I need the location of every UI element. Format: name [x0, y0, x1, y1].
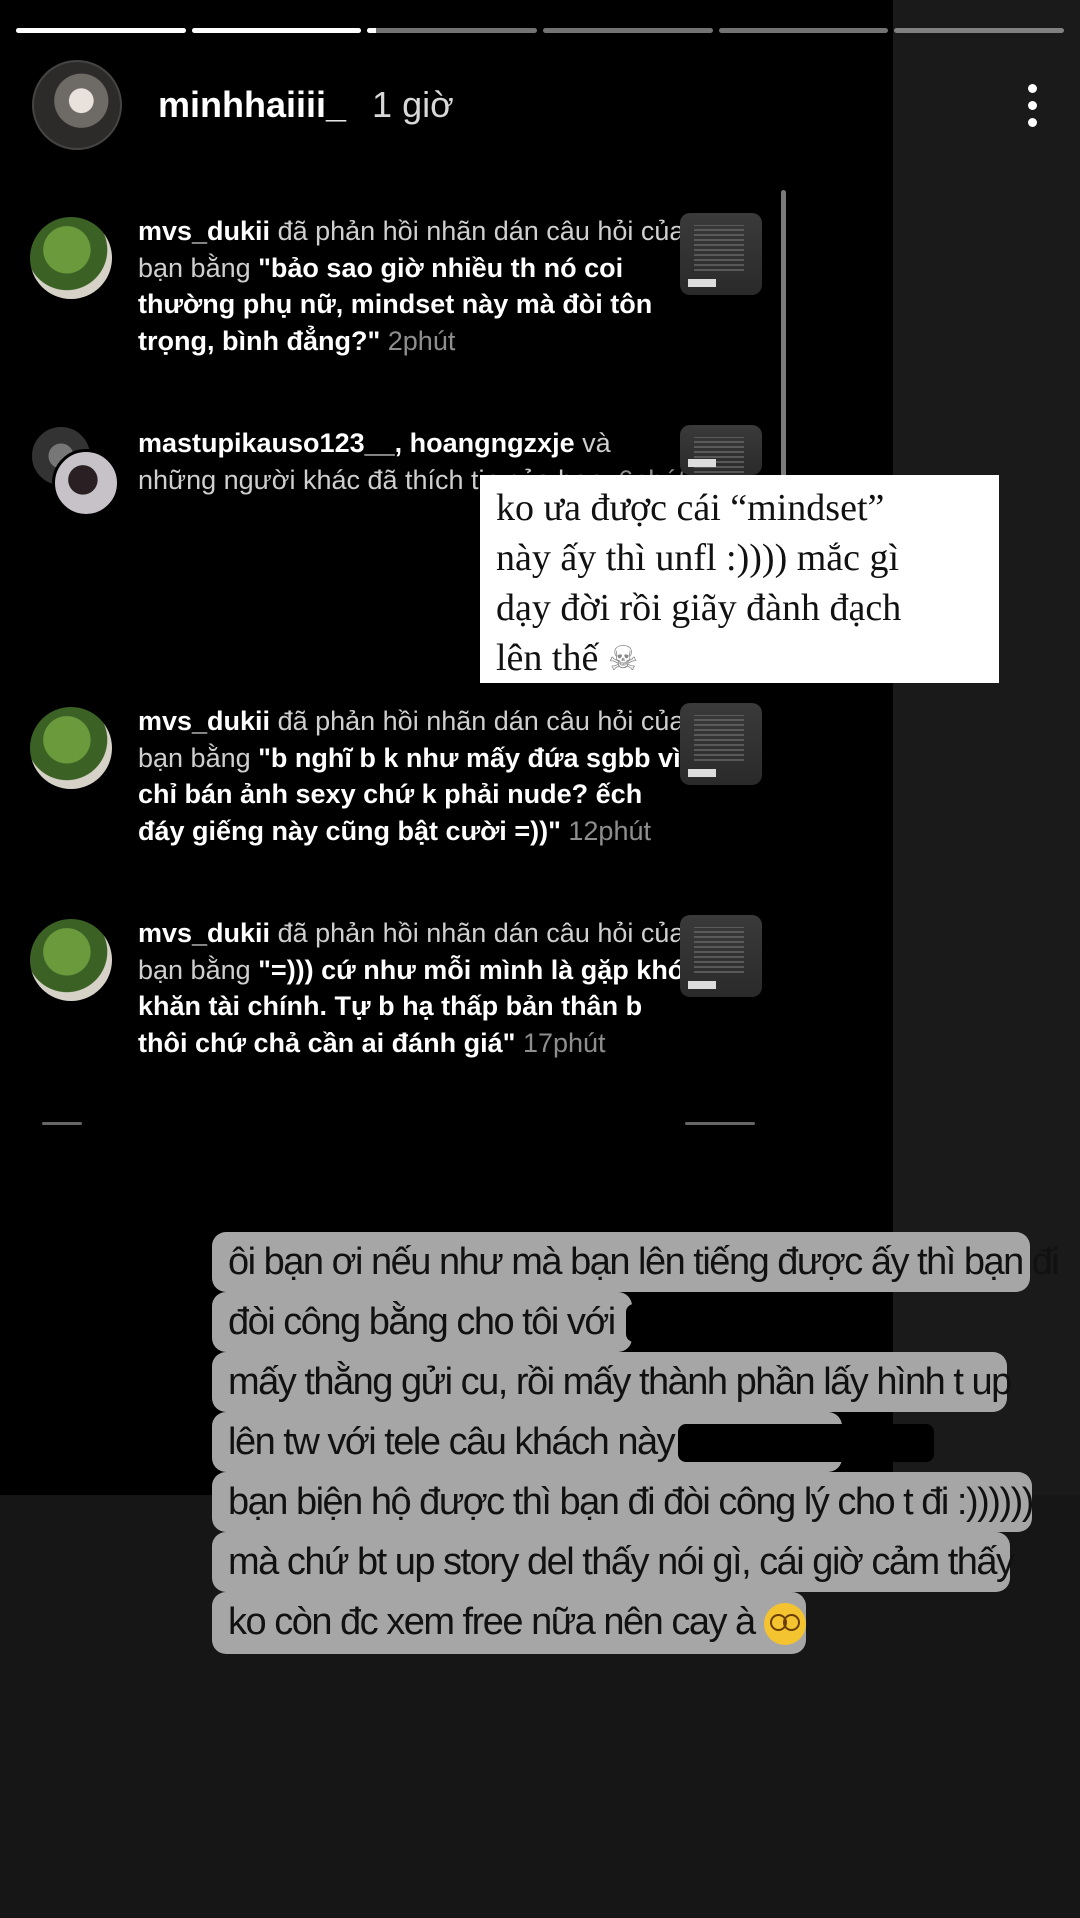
avatar[interactable]: [32, 60, 122, 150]
list-item[interactable]: mvs_dukii đã phản hồi nhãn dán câu hỏi c…: [30, 703, 790, 893]
list-item[interactable]: mvs_dukii đã phản hồi nhãn dán câu hỏi c…: [30, 213, 790, 393]
notification-username[interactable]: mvs_dukii: [138, 918, 270, 948]
notification-text: mvs_dukii đã phản hồi nhãn dán câu hỏi c…: [138, 703, 688, 849]
progress-segment: [367, 28, 538, 33]
notification-usernames[interactable]: mastupikauso123__, hoangngzxje: [138, 428, 575, 458]
story-username[interactable]: minhhaiiii_: [158, 84, 346, 126]
dizzy-face-emoji-icon: [763, 1602, 806, 1645]
message-line: lên tw với tele câu khách này: [228, 1421, 676, 1463]
caption-line: ko ưa được cái “mindset”: [496, 487, 885, 529]
story-thumbnail[interactable]: [680, 703, 762, 785]
message-line: bạn biện hộ được thì bạn đi đòi công lý …: [228, 1481, 1034, 1523]
message-line: mấy thằng gửi cu, rồi mấy thành phần lấy…: [228, 1361, 1012, 1403]
more-options-icon[interactable]: [1012, 75, 1052, 135]
avatar-group: [30, 425, 120, 517]
skull-emoji-icon: ☠: [607, 639, 639, 679]
story-header: minhhaiiii_ 1 giờ: [32, 60, 1052, 150]
message-line: ôi bạn ơi nếu như mà bạn lên tiếng được …: [228, 1241, 1060, 1283]
list-item-cutoff: [30, 1122, 770, 1128]
notification-text: mvs_dukii đã phản hồi nhãn dán câu hỏi c…: [138, 213, 688, 359]
notification-time: 2phút: [387, 325, 456, 356]
avatar: [52, 449, 120, 517]
progress-segment: [16, 28, 186, 33]
notification-time: 12phút: [568, 815, 651, 846]
list-item[interactable]: mvs_dukii đã phản hồi nhãn dán câu hỏi c…: [30, 915, 790, 1105]
caption-line: này ấy thì unfl :)))) mắc gì: [496, 537, 900, 579]
avatar: [30, 707, 112, 789]
story-thumbnail[interactable]: [680, 425, 762, 475]
avatar: [30, 919, 112, 1001]
notification-username[interactable]: mvs_dukii: [138, 216, 270, 246]
redacted-block: [678, 1424, 934, 1462]
avatar: [30, 217, 112, 299]
story-thumbnail[interactable]: [680, 213, 762, 295]
notification-time: 17phút: [522, 1027, 606, 1058]
story-thumbnail[interactable]: [680, 915, 762, 997]
notification-text: mvs_dukii đã phản hồi nhãn dán câu hỏi c…: [138, 915, 688, 1061]
caption-line: dạy đời rồi giãy đành đạch: [496, 587, 902, 629]
story-timestamp: 1 giờ: [372, 84, 454, 125]
progress-segment: [191, 28, 362, 33]
message-line: đòi công bằng cho tôi với: [228, 1301, 616, 1343]
progress-segment: [718, 28, 889, 33]
story-text-caption: ko ưa được cái “mindset” này ấy thì unfl…: [480, 475, 999, 683]
message-line: mà chứ bt up story del thấy nói gì, cái …: [228, 1541, 1015, 1583]
caption-line: lên thế: [496, 637, 599, 679]
progress-segment: [894, 28, 1065, 33]
redacted-block: [626, 1304, 856, 1342]
message-line: ko còn đc xem free nữa nên cay à: [228, 1601, 756, 1643]
story-progress-bar: [16, 28, 1065, 34]
progress-segment: [543, 28, 713, 33]
notification-username[interactable]: mvs_dukii: [138, 706, 270, 736]
